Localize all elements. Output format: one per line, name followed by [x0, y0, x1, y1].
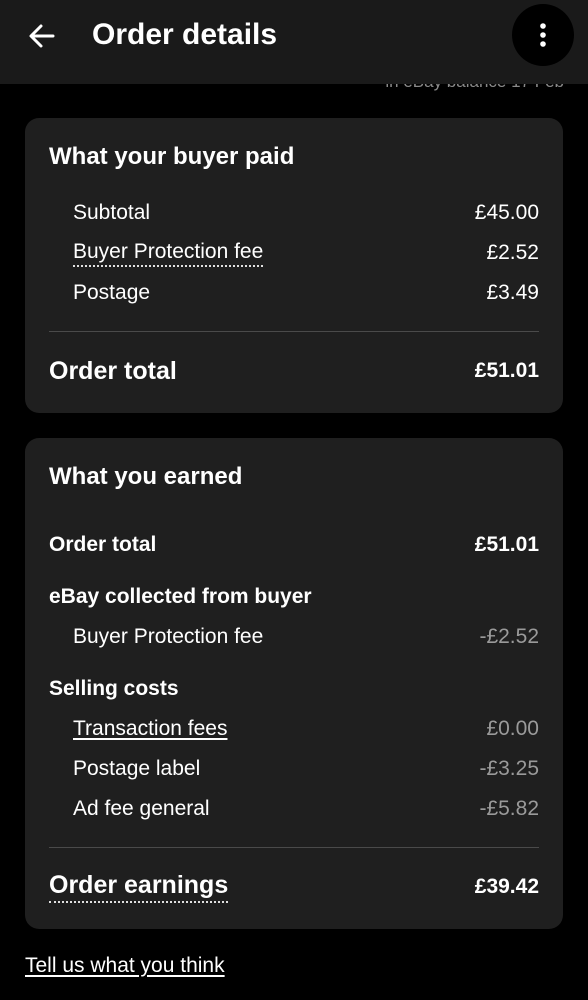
feedback-link[interactable]: Tell us what you think	[25, 954, 225, 978]
order-total-label: Order total	[49, 356, 177, 385]
buyer-protection-amount: £2.52	[486, 241, 539, 264]
ad-fee-amount: -£5.82	[479, 797, 539, 820]
earned-title: What you earned	[49, 463, 243, 490]
back-button[interactable]	[20, 14, 64, 58]
buyer-paid-title: What your buyer paid	[49, 143, 295, 170]
collected-buyer-protection-row: Buyer Protection fee -£2.52	[73, 623, 539, 651]
postage-row: Postage £3.49	[73, 279, 539, 307]
collected-buyer-protection-label: Buyer Protection fee	[73, 625, 264, 648]
buyer-paid-card: What your buyer paid Subtotal £45.00 Buy…	[25, 118, 563, 413]
subtotal-amount: £45.00	[474, 201, 539, 224]
earned-order-total-row: Order total £51.01	[49, 531, 539, 559]
postage-label: Postage	[73, 281, 151, 304]
app-bar: Order details	[0, 0, 588, 84]
buyer-protection-fee-link[interactable]: Buyer Protection fee	[73, 240, 264, 267]
earned-card: What you earned Order total £51.01 eBay …	[25, 438, 563, 929]
transaction-fees-row: Transaction fees £0.00	[73, 715, 539, 743]
order-total-amount: £51.01	[474, 359, 539, 382]
more-options-button[interactable]	[512, 4, 574, 66]
subtotal-row: Subtotal £45.00	[73, 199, 539, 227]
ad-fee-row: Ad fee general -£5.82	[73, 795, 539, 823]
more-vertical-icon	[540, 23, 546, 47]
postage-label-row: Postage label -£3.25	[73, 755, 539, 783]
page-title: Order details	[92, 18, 278, 51]
order-earnings-amount: £39.42	[474, 875, 539, 898]
postage-label-amount: -£3.25	[479, 757, 539, 780]
selling-costs-heading: Selling costs	[49, 677, 179, 700]
postage-label-label: Postage label	[73, 757, 201, 780]
earned-order-total-amount: £51.01	[474, 533, 539, 556]
transaction-fees-link[interactable]: Transaction fees	[73, 717, 227, 741]
buyer-protection-row: Buyer Protection fee £2.52	[73, 239, 539, 267]
collected-heading: eBay collected from buyer	[49, 585, 312, 608]
earned-order-total-label: Order total	[49, 533, 157, 556]
order-earnings-link[interactable]: Order earnings	[49, 871, 229, 903]
subtotal-label: Subtotal	[73, 201, 151, 224]
arrow-left-icon	[29, 24, 55, 48]
order-earnings-row: Order earnings £39.42	[49, 870, 539, 904]
collected-buyer-protection-amount: -£2.52	[479, 625, 539, 648]
transaction-fees-amount: £0.00	[486, 717, 539, 740]
order-total-row: Order total £51.01	[49, 354, 539, 388]
ad-fee-label: Ad fee general	[73, 797, 210, 820]
divider	[49, 847, 539, 848]
order-details-page: in eBay balance 17 Feb Order details Wha…	[0, 0, 588, 1000]
postage-amount: £3.49	[486, 281, 539, 304]
divider	[49, 331, 539, 332]
